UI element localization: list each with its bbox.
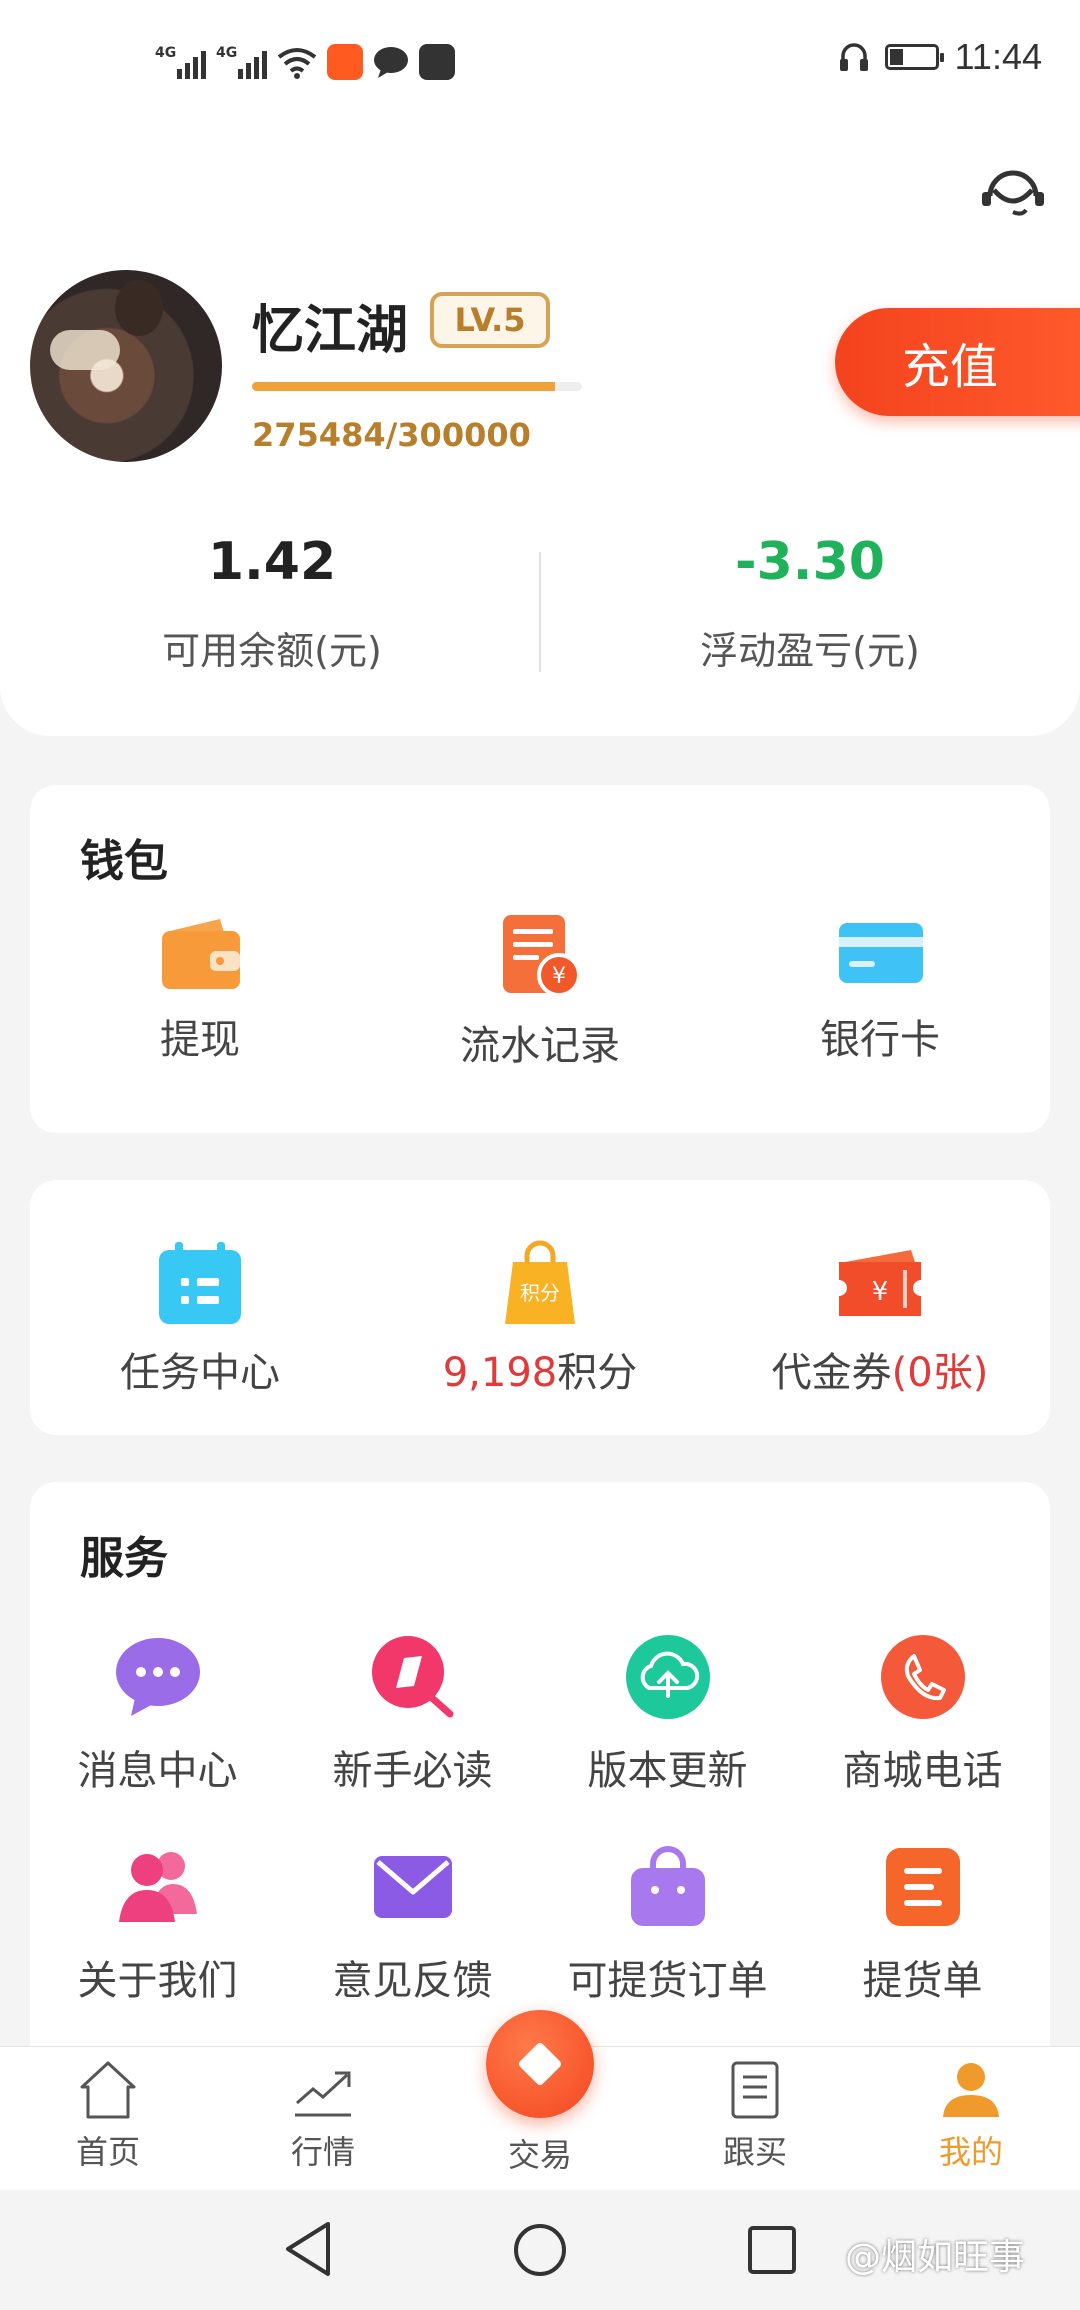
voucher-item[interactable]: ¥ 代金券(0张) [710, 1240, 1050, 1398]
phone-icon [880, 1635, 965, 1719]
bag-icon [630, 1846, 705, 1926]
wifi-icon [277, 48, 317, 79]
svg-text:¥: ¥ [872, 1277, 889, 1307]
status-bar: 4G 4G 11:44 [0, 0, 1080, 120]
list-icon [885, 1848, 960, 1926]
guide-icon [371, 1636, 453, 1718]
bank-card-label: 银行卡 [820, 1017, 940, 1063]
pnl-label: 浮动盈亏(元) [700, 629, 920, 673]
trade-label: 交易 [507, 2136, 572, 2174]
cloud-upload-icon [625, 1635, 710, 1719]
status-icons-right: 11:44 [839, 36, 1042, 78]
nav-mine[interactable]: 我的 [871, 2059, 1071, 2173]
voucher-count: (0张) [891, 1350, 989, 1396]
service-item-pickup-orders[interactable]: 可提货订单 [540, 1844, 795, 2006]
service-label: 版本更新 [587, 1748, 748, 1794]
level-progress-bar [252, 382, 582, 391]
recents-icon[interactable] [746, 2224, 798, 2276]
nav-label: 我的 [938, 2133, 1003, 2171]
service-item-message-center[interactable]: 消息中心 [30, 1634, 285, 1796]
pnl-value: -3.30 [735, 532, 885, 592]
customer-service-icon[interactable] [978, 158, 1048, 228]
statement-item[interactable]: ¥ 流水记录 [370, 913, 710, 1071]
signal-icon: 4G [155, 45, 206, 79]
wallet-title: 钱包 [80, 836, 168, 887]
points-value: 9,198 [442, 1350, 558, 1396]
nav-home[interactable]: 首页 [8, 2059, 208, 2173]
nav-label: 首页 [75, 2133, 140, 2171]
users-icon [118, 1852, 197, 1922]
service-item-about-us[interactable]: 关于我们 [30, 1844, 285, 2006]
profile-header: 忆江湖 LV.5 275484/300000 充值 1.42 可用余额(元) -… [0, 120, 1080, 736]
signal-icon: 4G [216, 45, 267, 79]
svg-text:¥: ¥ [552, 964, 566, 989]
voucher-label: 代金券(0张) [772, 1340, 989, 1398]
task-center-item[interactable]: 任务中心 [30, 1240, 370, 1398]
service-label: 新手必读 [332, 1748, 493, 1794]
mail-icon [373, 1856, 452, 1918]
statement-label: 流水记录 [460, 1023, 620, 1069]
wallet-icon [162, 919, 240, 989]
service-label: 关于我们 [77, 1958, 238, 2004]
statement-icon: ¥ [503, 915, 581, 997]
balance-label: 可用余额(元) [162, 629, 382, 673]
calendar-icon [159, 1242, 241, 1324]
service-item-version-update[interactable]: 版本更新 [540, 1634, 795, 1796]
balance-stat[interactable]: 1.42 可用余额(元) [72, 530, 472, 675]
message-icon [115, 1638, 200, 1716]
watermark: @烟如旺事 [845, 2237, 1026, 2278]
recharge-button[interactable]: 充值 [835, 308, 1080, 416]
service-label: 商城电话 [842, 1748, 1003, 1794]
service-item-mall-phone[interactable]: 商城电话 [795, 1634, 1050, 1796]
withdraw-label: 提现 [160, 1017, 240, 1063]
level-badge: LV.5 [430, 292, 550, 348]
clock: 11:44 [954, 36, 1042, 77]
nav-market[interactable]: 行情 [223, 2059, 423, 2173]
home-circle-icon[interactable] [512, 2222, 568, 2278]
service-item-pickup-list[interactable]: 提货单 [795, 1844, 1050, 2006]
service-item-feedback[interactable]: 意见反馈 [285, 1844, 540, 2006]
voucher-text: 代金券 [771, 1350, 892, 1396]
chart-icon [295, 2071, 351, 2117]
chat-icon [374, 47, 408, 78]
battery-icon [884, 44, 944, 70]
app-notification-icon [419, 44, 455, 80]
username: 忆江湖 [252, 301, 409, 361]
nav-label: 行情 [290, 2133, 355, 2171]
bank-card-item[interactable]: 银行卡 [710, 913, 1050, 1071]
avatar[interactable] [30, 270, 222, 462]
service-item-guide[interactable]: 新手必读 [285, 1634, 540, 1796]
wallet-card: 钱包 提现 ¥ 流水记录 银行卡 [30, 785, 1050, 1133]
task-center-label: 任务中心 [120, 1350, 280, 1396]
home-icon [80, 2061, 136, 2119]
document-icon [731, 2061, 779, 2119]
points-suffix: 积分 [557, 1350, 638, 1396]
user-icon [943, 2063, 999, 2117]
points-bag-icon: 积分 [505, 1240, 575, 1324]
trade-button[interactable] [486, 2010, 594, 2118]
headphones-icon [839, 43, 868, 71]
service-label: 消息中心 [77, 1748, 238, 1794]
services-title: 服务 [80, 1533, 168, 1584]
nav-follow[interactable]: 跟买 [655, 2059, 855, 2173]
points-label: 9,198积分 [443, 1340, 638, 1398]
withdraw-item[interactable]: 提现 [30, 913, 370, 1071]
services-card: 服务 消息中心 新手必读 版本更新 商城电话 关于我们 意见反馈 可提货订单 提… [30, 1482, 1050, 2082]
stat-divider [539, 552, 541, 672]
service-label: 意见反馈 [332, 1958, 493, 2004]
points-item[interactable]: 积分 9,198积分 [370, 1240, 710, 1398]
status-icons-left: 4G 4G [155, 38, 455, 86]
voucher-icon: ¥ [839, 1250, 921, 1316]
back-icon[interactable] [282, 2220, 334, 2278]
service-label: 提货单 [862, 1958, 983, 2004]
app-notification-icon [327, 44, 363, 80]
points-bag-text: 积分 [520, 1281, 560, 1305]
balance-value: 1.42 [207, 532, 337, 592]
exp-text: 275484/300000 [252, 416, 531, 454]
pnl-stat[interactable]: -3.30 浮动盈亏(元) [610, 530, 1010, 675]
rewards-card: 任务中心 积分 9,198积分 ¥ 代金券(0张) [30, 1180, 1050, 1435]
service-label: 可提货订单 [567, 1958, 768, 2004]
bank-card-icon [839, 923, 923, 983]
nav-label: 跟买 [722, 2133, 787, 2171]
